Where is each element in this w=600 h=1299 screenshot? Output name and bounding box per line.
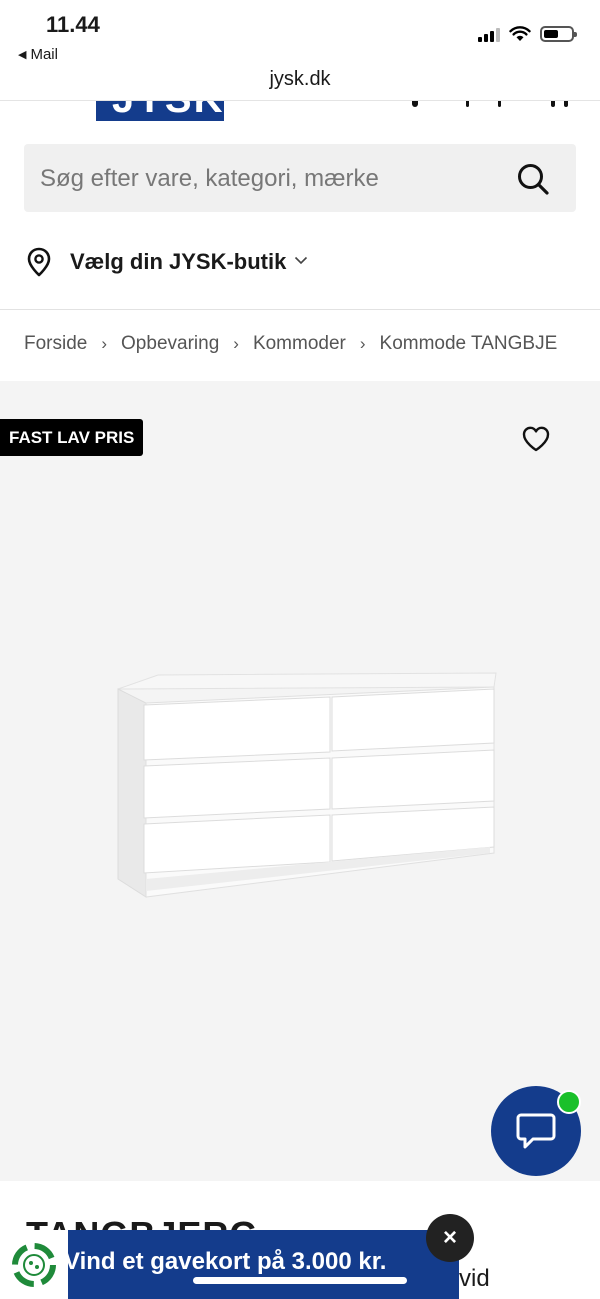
breadcrumb-item-opbevaring[interactable]: Opbevaring	[121, 333, 219, 355]
breadcrumb: Forside › Opbevaring › Kommoder › Kommod…	[24, 333, 576, 355]
store-selector-label: Vælg din JYSK-butik	[70, 249, 287, 274]
promo-text: Vind et gavekort på 3.000 kr.	[64, 1248, 387, 1275]
cell-signal-icon	[478, 26, 500, 42]
back-app-label: Mail	[30, 46, 58, 63]
status-icons	[478, 26, 577, 42]
cart-icon-part	[564, 101, 568, 107]
price-badge: FAST LAV PRIS	[0, 419, 144, 456]
promo-icon	[0, 1230, 68, 1299]
product-image-dresser	[117, 672, 497, 898]
ios-status-bar: 11.44 ◀ Mail jysk.dk	[0, 0, 600, 100]
store-selector[interactable]: Vælg din JYSK-butik	[24, 236, 308, 288]
close-icon[interactable]: ×	[426, 1214, 474, 1262]
jysk-logo[interactable]: JYSK	[96, 101, 224, 121]
info-icon[interactable]	[498, 101, 501, 107]
breadcrumb-item-forside[interactable]: Forside	[24, 333, 87, 355]
search-input[interactable]: Søg efter vare, kategori, mærke	[40, 165, 379, 193]
account-icon[interactable]	[412, 101, 418, 107]
url-bar[interactable]: jysk.dk	[0, 68, 600, 91]
breadcrumb-separator: ›	[101, 334, 108, 353]
status-time: 11.44	[46, 12, 100, 37]
search-icon[interactable]	[516, 162, 550, 196]
breadcrumb-item-kommoder[interactable]: Kommoder	[253, 333, 346, 355]
breadcrumb-separator: ›	[233, 334, 239, 353]
site-header: JYSK	[0, 100, 600, 122]
favorites-icon[interactable]	[466, 101, 469, 107]
recycle-badge-icon	[12, 1242, 56, 1287]
back-triangle-icon: ◀	[18, 49, 27, 61]
breadcrumb-item-current: Kommode TANGBJE	[379, 333, 558, 354]
online-status-dot	[557, 1090, 581, 1114]
search-bar[interactable]: Søg efter vare, kategori, mærke	[24, 144, 576, 212]
back-to-mail-link[interactable]: ◀ Mail	[18, 46, 58, 63]
breadcrumb-separator: ›	[359, 334, 366, 353]
wifi-icon	[509, 26, 531, 41]
divider	[0, 309, 600, 310]
location-pin-icon	[27, 247, 51, 277]
promo-banner[interactable]: Vind et gavekort på 3.000 kr.	[0, 1230, 459, 1299]
heart-icon[interactable]	[520, 423, 552, 455]
home-indicator	[193, 1277, 407, 1284]
cart-icon[interactable]	[551, 101, 555, 107]
chat-bubble-icon	[516, 1113, 556, 1149]
product-description-snippet: vid	[459, 1265, 490, 1292]
battery-icon	[540, 26, 577, 42]
product-image-gallery[interactable]: FAST LAV PRIS	[0, 381, 600, 1181]
chevron-down-icon	[295, 256, 308, 265]
